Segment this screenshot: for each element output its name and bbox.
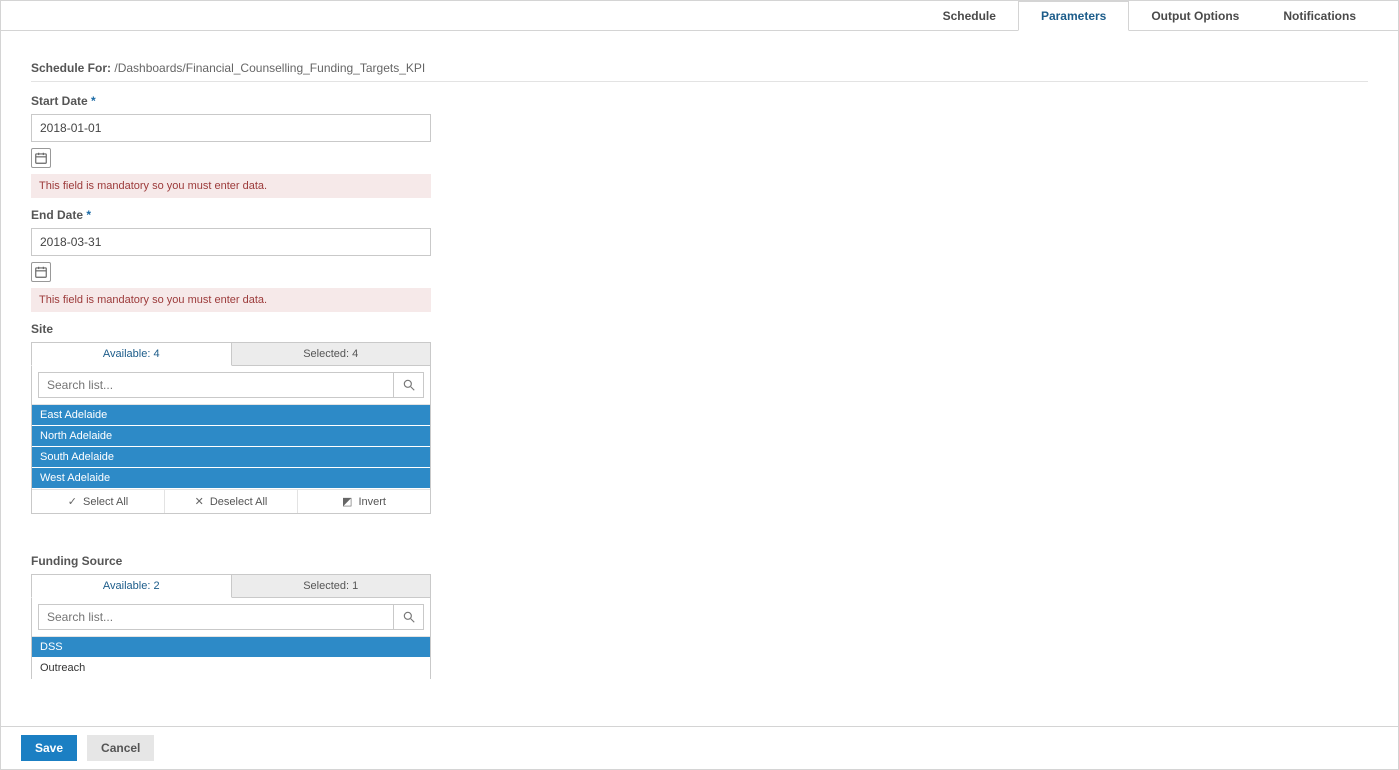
- required-mark: *: [91, 94, 96, 108]
- save-button[interactable]: Save: [21, 735, 77, 761]
- funding-source-label: Funding Source: [31, 554, 431, 568]
- tab-notifications[interactable]: Notifications: [1261, 1, 1378, 30]
- deselect-all-button[interactable]: ✕ Deselect All: [165, 490, 298, 513]
- required-mark: *: [86, 208, 91, 222]
- cancel-button[interactable]: Cancel: [87, 735, 154, 761]
- tab-output-options[interactable]: Output Options: [1129, 1, 1261, 30]
- end-date-mandatory-msg: This field is mandatory so you must ente…: [31, 288, 431, 312]
- end-date-label: End Date *: [31, 208, 431, 222]
- schedule-for-row: Schedule For: /Dashboards/Financial_Coun…: [31, 61, 1368, 82]
- select-all-button[interactable]: ✓ Select All: [32, 490, 165, 513]
- funding-available-tab[interactable]: Available: 2: [31, 574, 232, 598]
- check-icon: ✓: [68, 495, 77, 508]
- list-item[interactable]: East Adelaide: [32, 405, 430, 426]
- schedule-for-path: /Dashboards/Financial_Counselling_Fundin…: [114, 61, 425, 75]
- funding-source-picker: Available: 2 Selected: 1 DSS Outreach: [31, 574, 431, 679]
- list-item[interactable]: West Adelaide: [32, 468, 430, 489]
- site-available-tab[interactable]: Available: 4: [31, 342, 232, 366]
- funding-selected-tab[interactable]: Selected: 1: [232, 574, 432, 598]
- site-search-input[interactable]: [38, 372, 394, 398]
- start-date-label: Start Date *: [31, 94, 431, 108]
- search-icon[interactable]: [394, 604, 424, 630]
- tab-schedule[interactable]: Schedule: [921, 1, 1018, 30]
- funding-list: DSS Outreach: [32, 637, 430, 679]
- list-item[interactable]: Outreach: [32, 658, 430, 679]
- search-icon[interactable]: [394, 372, 424, 398]
- footer-bar: Save Cancel: [1, 726, 1398, 769]
- schedule-for-label: Schedule For:: [31, 61, 111, 75]
- start-date-mandatory-msg: This field is mandatory so you must ente…: [31, 174, 431, 198]
- list-item[interactable]: North Adelaide: [32, 426, 430, 447]
- top-tabs: Schedule Parameters Output Options Notif…: [1, 1, 1398, 31]
- invert-icon: ◩: [342, 495, 352, 508]
- tab-parameters[interactable]: Parameters: [1018, 1, 1129, 31]
- site-list: East Adelaide North Adelaide South Adela…: [32, 405, 430, 489]
- list-item[interactable]: DSS: [32, 637, 430, 658]
- site-selected-tab[interactable]: Selected: 4: [232, 342, 432, 366]
- site-label: Site: [31, 322, 431, 336]
- calendar-icon[interactable]: [31, 262, 51, 282]
- close-icon: ✕: [195, 495, 204, 508]
- start-date-input[interactable]: [31, 114, 431, 142]
- invert-button[interactable]: ◩ Invert: [298, 490, 430, 513]
- site-picker: Available: 4 Selected: 4 East Adelaide N…: [31, 342, 431, 514]
- list-item[interactable]: South Adelaide: [32, 447, 430, 468]
- funding-search-input[interactable]: [38, 604, 394, 630]
- end-date-input[interactable]: [31, 228, 431, 256]
- calendar-icon[interactable]: [31, 148, 51, 168]
